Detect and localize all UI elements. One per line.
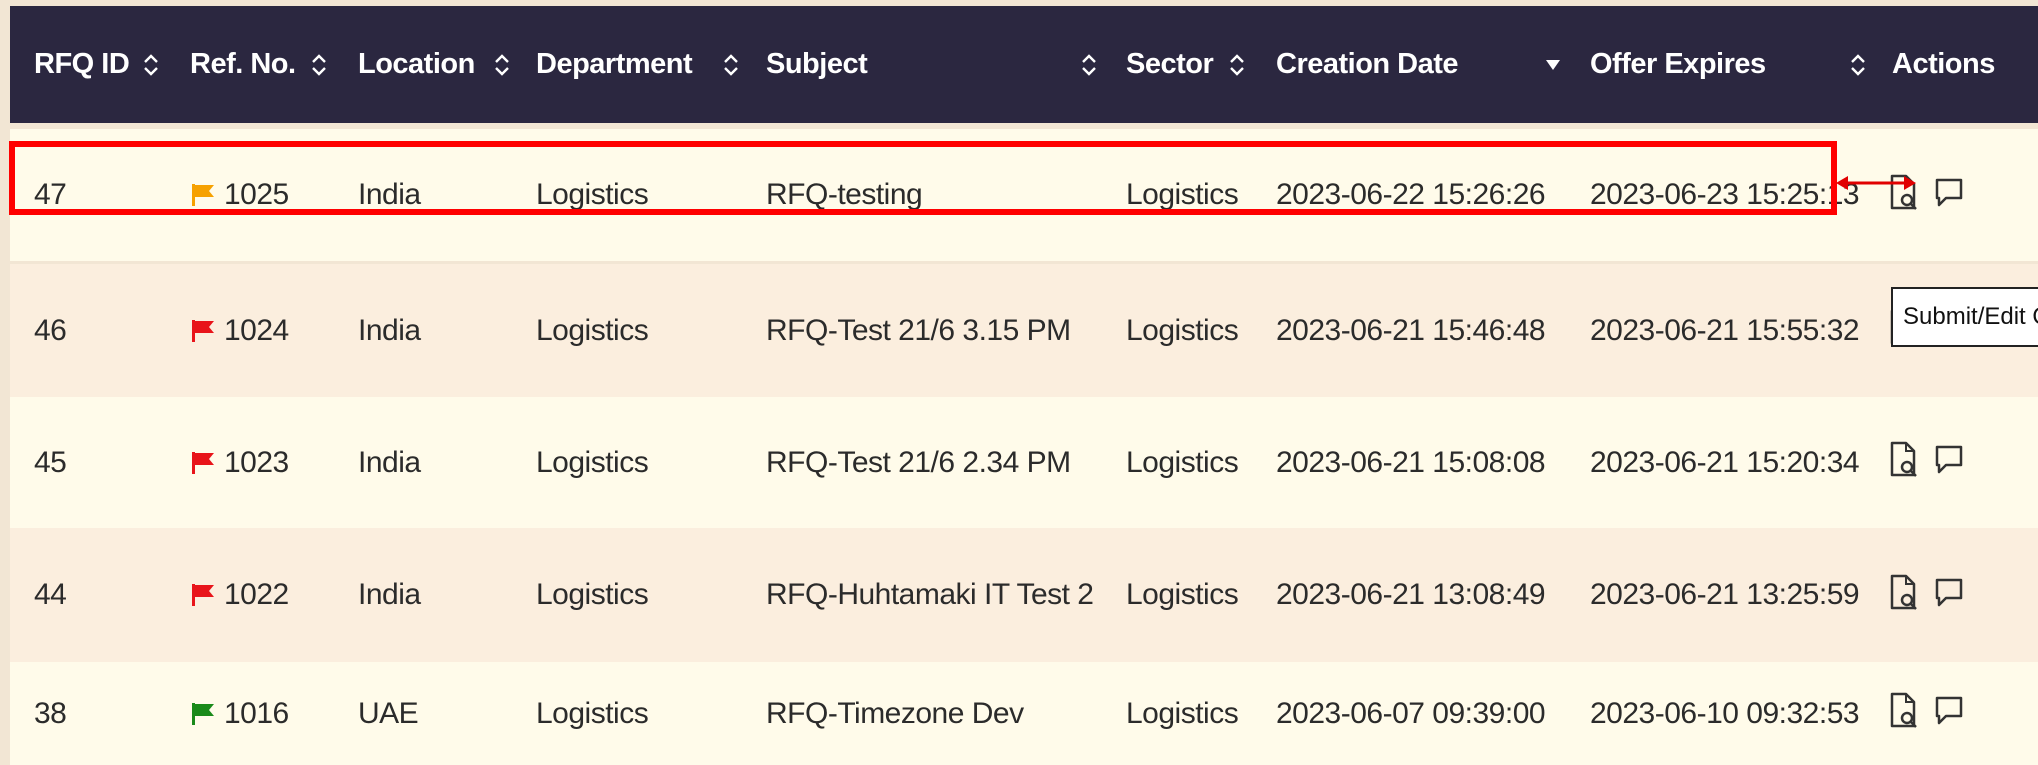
table-row: 38 1016 UAE Logistics RFQ-Timezone Dev Logist… (10, 662, 2038, 765)
table-row: 46 1024 India Logistics RFQ-Test 21/6 3.15 P… (10, 264, 2038, 397)
ref-number: 1024 (224, 313, 289, 347)
ref-cell: 1016 (190, 662, 289, 765)
location-cell: India (358, 578, 421, 611)
subject-cell: RFQ-Test 21/6 2.34 PM (766, 445, 1071, 479)
highlight-box (9, 141, 1837, 215)
id-cell: 46 (34, 313, 67, 347)
flag-icon (192, 319, 214, 342)
flag-icon (192, 584, 214, 606)
location-cell: India (358, 445, 421, 479)
tooltip-text: Submit/Edit Q (1903, 303, 2038, 330)
expires-cell: 2023-06-10 09:32:53 (1590, 696, 1860, 730)
sector-cell: Logistics (1126, 578, 1239, 611)
column-header-rfq-id[interactable]: RFQ ID (34, 6, 130, 123)
actions-cell (1888, 662, 1964, 765)
location-cell: UAE (358, 696, 419, 730)
flag-icon (192, 702, 214, 725)
department-cell: Logistics (536, 696, 649, 730)
expires-cell: 2023-06-21 15:55:32 (1590, 313, 1860, 347)
column-header-location[interactable]: Location (358, 6, 475, 123)
rfq-table: RFQ ID Ref. No. Location Department Subject S… (0, 0, 2038, 765)
column-header-actions: Actions (1892, 48, 1995, 80)
tooltip: Submit/Edit Q (1891, 287, 2038, 347)
sector-cell: Logistics (1126, 313, 1239, 347)
table-header: RFQ ID Ref. No. Location Department Subject S… (10, 6, 2038, 123)
column-header-ref-no[interactable]: Ref. No. (190, 6, 296, 123)
sector-cell: Logistics (1126, 696, 1239, 730)
created-cell: 2023-06-07 09:39:00 (1276, 696, 1546, 730)
created-cell: 2023-06-21 15:46:48 (1276, 313, 1546, 347)
ref-cell: 1022 (190, 528, 289, 662)
ref-cell: 1024 (190, 264, 289, 397)
subject-cell: RFQ-Test 21/6 3.15 PM (766, 313, 1071, 347)
table-row: 44 1022 India Logistics RFQ-Huhtamaki IT Tes… (10, 528, 2038, 662)
document-search-icon[interactable] (1888, 441, 1918, 484)
sort-icon[interactable] (310, 6, 328, 123)
ref-cell: 1023 (190, 397, 289, 528)
ref-number: 1016 (224, 696, 289, 730)
created-cell: 2023-06-21 13:08:49 (1276, 578, 1546, 611)
ref-number: 1022 (224, 578, 289, 611)
column-header-subject[interactable]: Subject (766, 6, 868, 123)
double-arrow-icon (1836, 176, 1916, 190)
column-header-department[interactable]: Department (536, 6, 693, 123)
department-cell: Logistics (536, 445, 649, 479)
document-search-icon[interactable] (1888, 574, 1918, 617)
sort-desc-icon[interactable] (1545, 6, 1561, 123)
expires-cell: 2023-06-21 15:20:34 (1590, 445, 1860, 479)
sort-icon[interactable] (722, 6, 740, 123)
document-search-icon[interactable] (1888, 692, 1918, 735)
subject-cell: RFQ-Timezone Dev (766, 696, 1024, 730)
ref-number: 1023 (224, 445, 289, 479)
sort-icon[interactable] (1080, 6, 1098, 123)
actions-cell (1888, 397, 1964, 528)
column-header-creation-date[interactable]: Creation Date (1276, 6, 1459, 123)
sort-icon[interactable] (493, 6, 511, 123)
sort-icon[interactable] (1849, 6, 1867, 123)
created-cell: 2023-06-21 15:08:08 (1276, 445, 1546, 479)
id-cell: 44 (34, 578, 67, 611)
id-cell: 38 (34, 696, 67, 730)
department-cell: Logistics (536, 578, 649, 611)
sort-icon[interactable] (142, 6, 160, 123)
column-header-offer-expires[interactable]: Offer Expires (1590, 6, 1766, 123)
sort-icon[interactable] (1228, 6, 1246, 123)
id-cell: 45 (34, 445, 67, 479)
table-row: 45 1023 India Logistics RFQ-Test 21/6 2.34 P… (10, 397, 2038, 528)
flag-icon (192, 451, 214, 474)
expires-cell: 2023-06-21 13:25:59 (1590, 578, 1860, 611)
comment-icon[interactable] (1934, 577, 1964, 614)
comment-icon[interactable] (1934, 444, 1964, 481)
comment-icon[interactable] (1934, 695, 1964, 732)
sector-cell: Logistics (1126, 445, 1239, 479)
column-header-sector[interactable]: Sector (1126, 6, 1214, 123)
location-cell: India (358, 313, 421, 347)
department-cell: Logistics (536, 313, 649, 347)
actions-cell (1888, 129, 1964, 261)
comment-icon[interactable] (1934, 177, 1964, 214)
subject-cell: RFQ-Huhtamaki IT Test 2 (766, 578, 1094, 611)
actions-cell (1888, 528, 1964, 662)
